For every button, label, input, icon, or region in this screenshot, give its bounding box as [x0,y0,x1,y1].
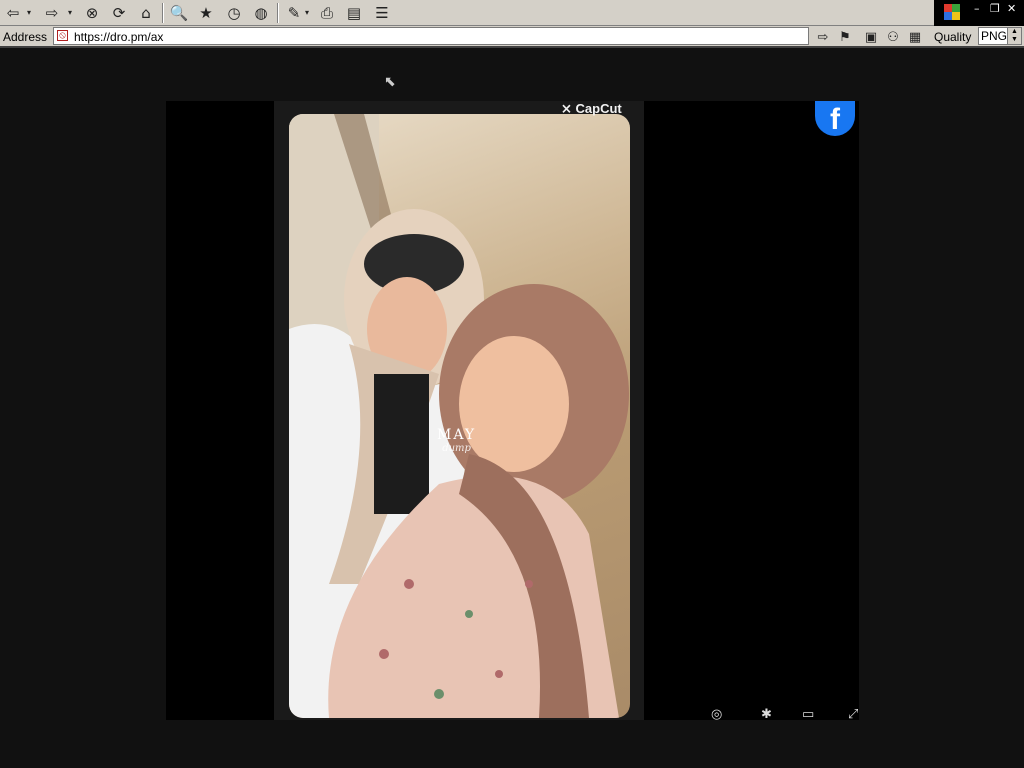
restore-button[interactable]: ❐ [990,2,1000,15]
favorites-button[interactable]: ★ [196,3,216,23]
photo-overlay-text: MAY dump [437,427,476,454]
address-input[interactable]: ⦸ https://dro.pm/ax [53,27,809,45]
find-button[interactable]: ⚇ [884,28,902,46]
minimize-button[interactable]: – [974,2,980,15]
format-spinner-icon[interactable]: ▲ ▼ [1007,28,1021,44]
fullscreen-icon[interactable]: ⤢ [848,707,858,720]
instagram-icon[interactable]: ◎ [711,707,727,722]
settings-icon[interactable]: ✱ [761,707,777,722]
page-info-button[interactable]: ▣ [862,28,880,46]
browser-toolbar: ⇦ ▾ ⇨ ▾ ⊗ ⟳ ⌂ 🔍 ★ ◷ ◍ ✎ ▾ ⎙ ▤ ☰ – ❐ ✕ [0,0,1024,26]
discuss-button[interactable]: ▤ [344,3,364,23]
toolbar-separator [277,3,279,23]
address-label: Address [3,30,48,44]
address-bar: Address ⦸ https://dro.pm/ax ⇨ ⚑ ▣ ⚇ ▦ Qu… [0,26,1024,48]
back-dropdown-icon[interactable]: ▾ [27,8,31,17]
clipboard-button[interactable]: ▦ [906,28,924,46]
photo-title: MAY [437,427,477,443]
forward-dropdown-icon[interactable]: ▾ [68,8,72,17]
video-player[interactable]: MAY dump ⨯ CapCut f ◎ ✱ ▭ ⤢ [166,101,859,722]
go-button[interactable]: ⇨ [814,28,832,46]
history-button[interactable]: ◷ [224,3,244,23]
search-button[interactable]: 🔍 [169,3,189,23]
forward-button[interactable]: ⇨ [42,3,62,23]
refresh-button[interactable]: ⟳ [109,3,129,23]
home-button[interactable]: ⌂ [136,3,156,23]
channels-button[interactable]: ◍ [251,3,271,23]
captions-icon[interactable]: ▭ [802,707,818,722]
photo-subtitle: dump [442,443,471,454]
close-button[interactable]: ✕ [1007,2,1016,15]
format-select[interactable]: PNG ▲ ▼ [978,27,1022,45]
quality-label: Quality [934,30,972,44]
windows-logo-icon [944,4,960,20]
format-value: PNG [981,29,1008,43]
page-icon: ⦸ [57,30,68,41]
bookmark-button[interactable]: ⚑ [836,28,854,46]
print-button[interactable]: ⎙ [317,3,337,23]
stop-button[interactable]: ⊗ [82,3,102,23]
messenger-button[interactable]: ☰ [372,3,392,23]
back-button[interactable]: ⇦ [3,3,23,23]
capcut-watermark: ⨯ CapCut [561,101,622,116]
video-frame-photo: MAY dump [289,114,630,718]
toolbar-separator [162,3,164,23]
facebook-icon[interactable]: f [815,101,855,136]
photo-illustration [289,114,629,718]
address-url[interactable]: https://dro.pm/ax [74,30,163,44]
mouse-cursor-icon: ⬉ [384,74,396,90]
edit-button[interactable]: ✎ [284,3,304,23]
edit-dropdown-icon[interactable]: ▾ [305,8,309,17]
window-controls: – ❐ ✕ [934,0,1024,26]
